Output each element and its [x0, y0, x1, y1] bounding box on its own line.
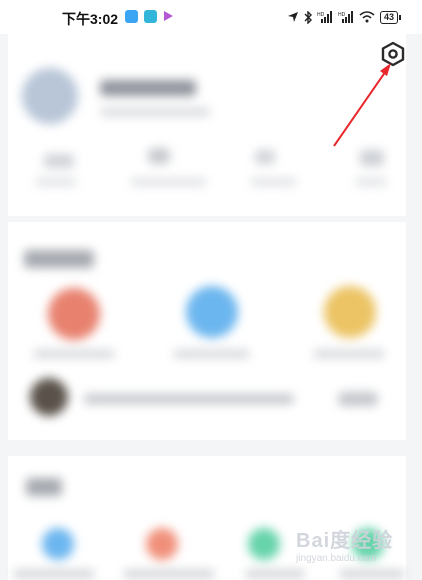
subtitle-placeholder — [100, 108, 210, 116]
avatar[interactable] — [22, 68, 78, 124]
baidu-watermark: Bai度经验 jingyan.baidu.com — [296, 524, 393, 564]
status-bar: 下午3:02 HD HD 43 — [0, 0, 422, 34]
username-placeholder — [100, 80, 196, 96]
status-icons: HD HD 43 — [287, 8, 402, 26]
profile-stat-3[interactable] — [255, 150, 275, 164]
wifi-icon — [359, 11, 375, 23]
list-row-avatar[interactable] — [30, 378, 68, 416]
profile-stat-2[interactable] — [148, 148, 170, 164]
service-labels — [34, 350, 384, 358]
svg-text:HD: HD — [317, 12, 325, 18]
tool-circle-red[interactable] — [146, 528, 178, 560]
annotation-arrow — [333, 63, 391, 147]
tool-circle-green[interactable] — [248, 528, 280, 560]
service-circle-red[interactable] — [48, 288, 100, 340]
service-circle-yellow[interactable] — [324, 286, 376, 338]
status-time: 下午3:02 — [62, 11, 119, 27]
profile-stat-labels — [36, 178, 386, 186]
watermark-sub: jingyan.baidu.com — [296, 553, 377, 564]
list-row-action[interactable] — [338, 392, 378, 406]
location-icon — [287, 12, 298, 22]
section-title-placeholder — [24, 250, 94, 268]
tools-title-placeholder — [26, 478, 62, 496]
profile-stat-4[interactable] — [360, 150, 384, 166]
hd-signal-icon: HD — [317, 11, 332, 23]
battery-icon: 43 — [379, 10, 402, 24]
profile-stat-1[interactable] — [44, 154, 74, 168]
service-circle-blue[interactable] — [186, 286, 238, 338]
svg-text:HD: HD — [338, 12, 346, 18]
telegram-icon — [144, 10, 157, 23]
tool-circle-blue[interactable] — [42, 528, 74, 560]
list-row-text — [84, 394, 294, 404]
watermark-text: Bai度经验 — [296, 530, 394, 552]
app-notification-icon — [125, 10, 138, 23]
play-icon — [164, 11, 173, 21]
hd-signal-icon: HD — [338, 11, 353, 23]
bluetooth-icon — [304, 10, 312, 24]
tool-labels — [14, 570, 404, 578]
